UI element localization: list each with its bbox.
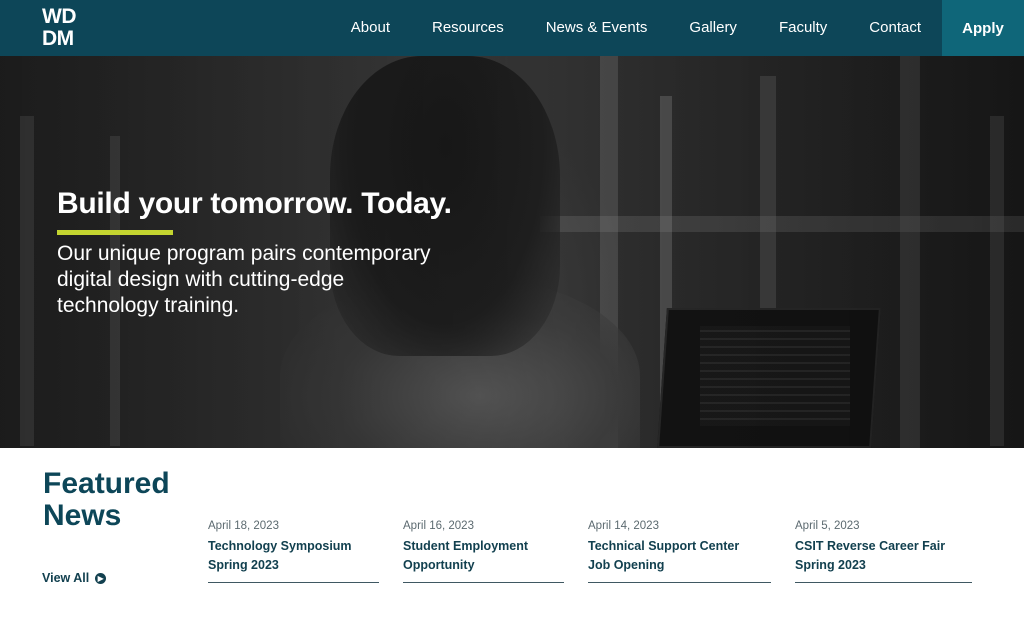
news-item[interactable]: April 5, 2023 CSIT Reverse Career Fair S… [795, 520, 972, 583]
logo-line-1: WD [42, 5, 77, 28]
news-title[interactable]: CSIT Reverse Career Fair Spring 2023 [795, 537, 955, 575]
news-date: April 5, 2023 [795, 520, 860, 532]
nav-about[interactable]: About [330, 0, 411, 56]
news-date: April 14, 2023 [588, 520, 659, 532]
news-date: April 16, 2023 [403, 520, 474, 532]
news-title[interactable]: Technology Symposium Spring 2023 [208, 537, 368, 575]
news-item[interactable]: April 18, 2023 Technology Symposium Spri… [208, 520, 379, 583]
news-item[interactable]: April 14, 2023 Technical Support Center … [588, 520, 771, 583]
news-title[interactable]: Technical Support Center Job Opening [588, 537, 758, 575]
nav-resources[interactable]: Resources [411, 0, 525, 56]
hero-banner: Build your tomorrow. Today. Our unique p… [0, 56, 1024, 448]
site-header: WD DM About Resources News & Events Gall… [0, 0, 1024, 56]
featured-news-heading: Featured News [43, 467, 170, 532]
nav-contact[interactable]: Contact [848, 0, 942, 56]
nav-faculty[interactable]: Faculty [758, 0, 848, 56]
news-item[interactable]: April 16, 2023 Student Employment Opport… [403, 520, 564, 583]
apply-button[interactable]: Apply [942, 0, 1024, 56]
view-all-link[interactable]: View All ▶ [42, 571, 107, 585]
arrow-circle-right-icon: ▶ [95, 572, 107, 584]
logo-line-2: DM [42, 27, 74, 50]
news-date: April 18, 2023 [208, 520, 279, 532]
hero-description: Our unique program pairs contemporary di… [57, 242, 431, 317]
nav-gallery[interactable]: Gallery [668, 0, 758, 56]
site-logo[interactable]: WD DM [42, 6, 102, 50]
news-title[interactable]: Student Employment Opportunity [403, 537, 553, 575]
hero-accent-rule [57, 230, 173, 235]
hero-title: Build your tomorrow. Today. [57, 187, 452, 220]
main-nav: About Resources News & Events Gallery Fa… [330, 0, 942, 56]
view-all-label: View All [42, 571, 90, 585]
nav-news-events[interactable]: News & Events [525, 0, 669, 56]
